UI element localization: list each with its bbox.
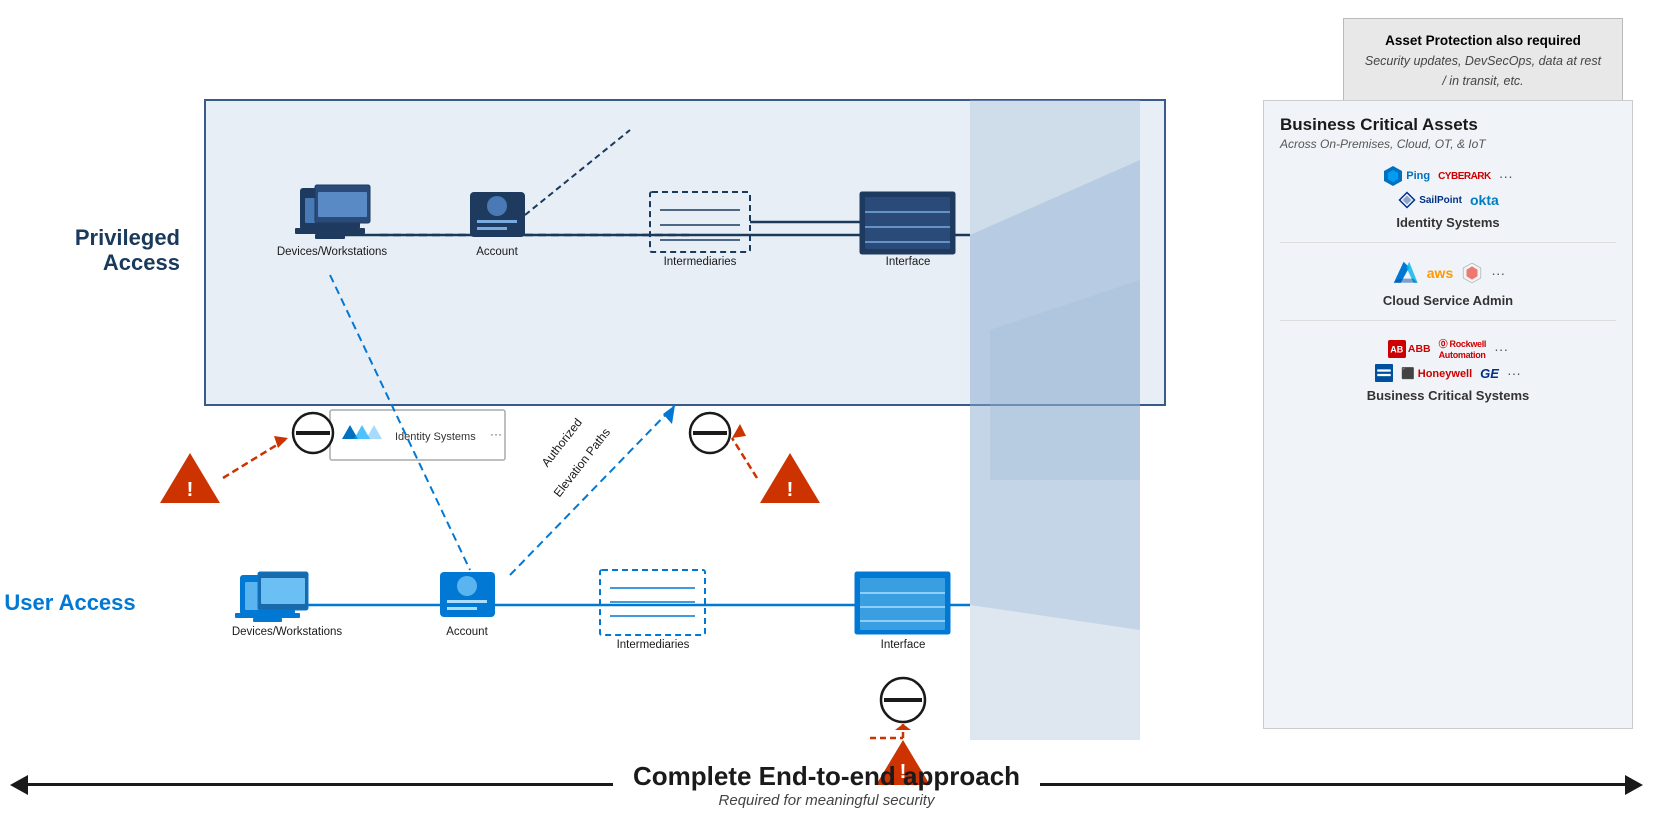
arrow-left [10,775,28,795]
cloud-section-label: Cloud Service Admin [1280,293,1616,308]
user-account-label: Account [446,626,488,638]
bca-section-cloud: aws ··· Cloud Service Admin [1280,259,1616,321]
arrow-line [28,783,613,786]
cloud-logos: aws ··· [1280,259,1616,287]
callout-subtitle: Security updates, DevSecOps, data at res… [1365,54,1601,88]
sailpoint-logo: SailPoint [1397,191,1462,209]
priv-device-stand [295,228,365,234]
ping-logo: Ping [1383,165,1430,187]
honeywell-logo: ⬛ Honeywell [1401,367,1472,380]
ge-logo: GE [1480,366,1499,381]
end-to-end-text: Complete End-to-end approach Required fo… [613,761,1040,809]
svg-text:!: ! [787,479,794,501]
bca-title: Business Critical Assets [1280,115,1616,135]
dots-3: ··· [1494,341,1508,357]
bca-panel: Business Critical Assets Across On-Premi… [1263,100,1633,729]
okta-logo: okta [1470,192,1499,208]
svg-text:Identity Systems: Identity Systems [395,431,476,443]
bca-section-bcs: AB ABB ⓪ RockwellAutomation ··· ⬛ Honeyw… [1280,337,1616,415]
user-int-label: Intermediaries [617,639,690,651]
gcp-logo [1461,262,1483,284]
bcs-logos-1: AB ABB ⓪ RockwellAutomation ··· [1280,337,1616,360]
cyberark-logo: CYBERARK [1438,171,1491,182]
dots-4: ··· [1507,365,1521,381]
azure-logo [1391,259,1419,287]
svg-text:···: ··· [490,427,502,441]
callout-title: Asset Protection also required [1385,33,1581,48]
priv-account-label: Account [476,246,518,258]
identity-logos-2: SailPoint okta [1280,191,1616,209]
aws-logo: aws [1427,265,1453,281]
user-access-label: User Access [4,590,135,615]
bcs-logos-2: ⬛ Honeywell GE ··· [1280,364,1616,382]
bcs-section-label: Business Critical Systems [1280,388,1616,403]
bca-section-identity: Ping CYBERARK ··· SailPoint okta Identit… [1280,165,1616,243]
user-devices-label: Devices/Workstations [232,626,343,638]
warning-arrow-mid [732,438,757,478]
priv-devices-label: Devices/Workstations [277,246,388,258]
priv-int-label: Intermediaries [664,256,737,268]
dots-2: ··· [1491,265,1505,281]
svg-text:AB: AB [1390,344,1403,354]
identity-logos: Ping CYBERARK ··· [1280,165,1616,187]
bottom-section: Complete End-to-end approach Required fo… [10,744,1643,829]
svg-text:!: ! [187,479,194,501]
priv-interface-label: Interface [886,256,931,268]
user-interface-label: Interface [881,639,926,651]
bcs-icon1 [1375,364,1393,382]
arrow-right [1625,775,1643,795]
rockwell-logo: ⓪ RockwellAutomation [1439,337,1487,360]
main-diagram: Devices/Workstations Account Intermediar… [10,80,1263,760]
arrow-line-right [1040,783,1625,786]
privileged-access-label: Privileged [75,225,180,250]
abb-logo: AB ABB [1388,340,1431,358]
asset-protection-callout: Asset Protection also required Security … [1343,18,1623,104]
bca-subtitle: Across On-Premises, Cloud, OT, & IoT [1280,137,1616,151]
svg-text:Access: Access [103,250,180,275]
arrow-row: Complete End-to-end approach Required fo… [10,761,1643,809]
end-to-end-subtitle: Required for meaningful security [633,792,1020,809]
dots-1: ··· [1499,168,1513,184]
identity-section-label: Identity Systems [1280,215,1616,230]
elevation-arrow [510,405,675,575]
end-to-end-title: Complete End-to-end approach [633,761,1020,792]
